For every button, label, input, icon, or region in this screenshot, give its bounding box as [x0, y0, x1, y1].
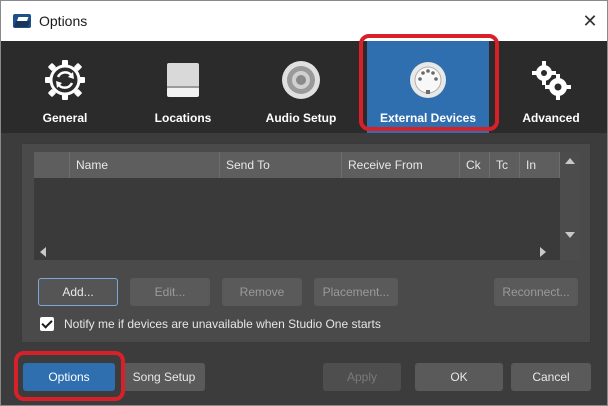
column-header-tc[interactable]: Tc — [490, 152, 520, 178]
gear-refresh-icon — [45, 60, 85, 100]
reconnect-button[interactable]: Reconnect... — [494, 278, 578, 306]
table-header-spacer — [34, 152, 70, 178]
column-header-in[interactable]: In — [520, 152, 560, 178]
scroll-left-arrow-icon[interactable] — [40, 247, 46, 257]
drive-icon — [167, 63, 199, 97]
window-title: Options — [39, 13, 88, 29]
notify-checkbox-label[interactable]: Notify me if devices are unavailable whe… — [64, 317, 381, 331]
song-setup-button[interactable]: Song Setup — [123, 363, 205, 391]
remove-device-button[interactable]: Remove — [222, 278, 302, 306]
studio-one-app-icon — [13, 14, 31, 28]
column-header-send-to[interactable]: Send To — [220, 152, 342, 178]
close-button[interactable]: ✕ — [577, 8, 603, 34]
tab-advanced-label: Advanced — [522, 111, 580, 125]
device-table: Name Send To Receive From Ck Tc In — [34, 152, 580, 260]
edit-device-button[interactable]: Edit... — [130, 278, 210, 306]
notify-checkbox[interactable] — [40, 317, 54, 331]
placement-button[interactable]: Placement... — [314, 278, 398, 306]
category-tab-bar: General Locations Audio Setup External D… — [1, 41, 607, 133]
options-highlight — [14, 351, 125, 401]
external-devices-panel: Name Send To Receive From Ck Tc In Add..… — [21, 143, 591, 343]
tab-general[interactable]: General — [9, 41, 121, 133]
speaker-icon — [282, 61, 320, 99]
external-devices-highlight — [359, 34, 499, 131]
column-header-ck[interactable]: Ck — [460, 152, 490, 178]
scroll-down-arrow-icon[interactable] — [565, 232, 575, 238]
add-device-button[interactable]: Add... — [38, 278, 118, 306]
scroll-up-arrow-icon[interactable] — [565, 158, 575, 164]
device-table-header: Name Send To Receive From Ck Tc In — [34, 152, 560, 178]
column-header-name[interactable]: Name — [70, 152, 220, 178]
title-bar: Options ✕ — [1, 1, 607, 41]
column-header-receive-from[interactable]: Receive From — [342, 152, 460, 178]
cancel-button[interactable]: Cancel — [511, 363, 591, 391]
gears-icon — [532, 61, 571, 100]
options-window: Options ✕ General Locations Audio Setup … — [0, 0, 608, 406]
apply-button[interactable]: Apply — [323, 363, 401, 391]
horizontal-scrollbar[interactable] — [34, 242, 560, 260]
vertical-scrollbar[interactable] — [560, 152, 580, 260]
tab-advanced[interactable]: Advanced — [495, 41, 607, 133]
tab-locations[interactable]: Locations — [127, 41, 239, 133]
tab-general-label: General — [42, 111, 88, 125]
scroll-right-arrow-icon[interactable] — [540, 247, 546, 257]
tab-audio-setup[interactable]: Audio Setup — [245, 41, 357, 133]
ok-button[interactable]: OK — [415, 363, 503, 391]
tab-audio-setup-label: Audio Setup — [265, 111, 337, 125]
tab-locations-label: Locations — [154, 111, 212, 125]
